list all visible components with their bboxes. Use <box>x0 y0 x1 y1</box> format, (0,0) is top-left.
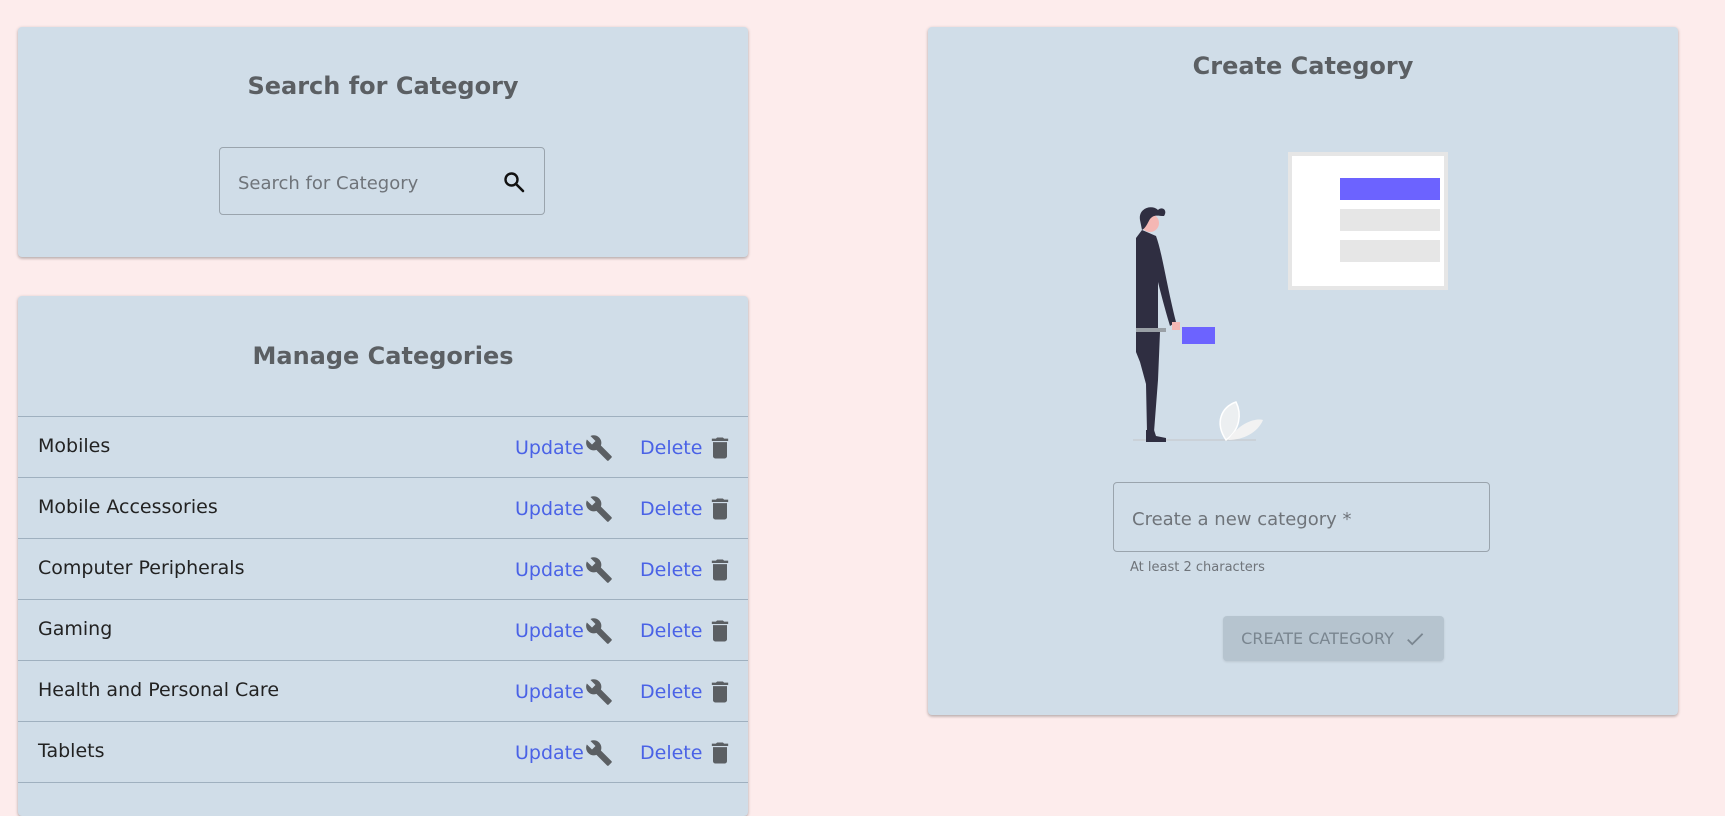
search-category-panel: Search for Category <box>18 27 748 257</box>
trash-icon <box>712 498 729 520</box>
category-name: Mobiles <box>38 435 111 457</box>
manage-panel-title: Manage Categories <box>252 342 514 370</box>
manage-categories-panel: Manage Categories Mobiles Update Delete … <box>18 296 748 816</box>
update-button[interactable]: Update <box>515 434 613 462</box>
wrench-icon <box>585 618 612 644</box>
wrench-icon <box>585 740 612 766</box>
delete-button[interactable]: Delete <box>640 678 734 706</box>
wrench-icon <box>585 496 612 522</box>
delete-button[interactable]: Delete <box>640 617 734 645</box>
create-category-panel: Create Category At least 2 characters Cr… <box>928 27 1678 715</box>
person-with-form-illustration <box>1133 152 1448 442</box>
category-row: Tablets Update Delete <box>18 722 748 783</box>
category-row: Mobiles Update Delete <box>18 417 748 478</box>
wrench-icon <box>585 557 612 583</box>
create-category-button[interactable]: Create Category <box>1223 616 1444 661</box>
trash-icon <box>712 620 729 642</box>
delete-button[interactable]: Delete <box>640 434 734 462</box>
delete-button[interactable]: Delete <box>640 495 734 523</box>
delete-label: Delete <box>640 498 703 520</box>
helper-text: At least 2 characters <box>1130 560 1265 575</box>
search-field[interactable] <box>219 147 545 215</box>
trash-icon <box>712 742 729 764</box>
trash-icon <box>712 681 729 703</box>
create-panel-title: Create Category <box>1192 52 1414 80</box>
update-button[interactable]: Update <box>515 495 613 523</box>
create-category-button-label: Create Category <box>1241 629 1394 648</box>
update-label: Update <box>515 437 584 459</box>
trash-icon <box>712 559 729 581</box>
category-name: Tablets <box>38 740 105 762</box>
category-row: Gaming Update Delete <box>18 600 748 661</box>
category-name: Health and Personal Care <box>38 679 280 701</box>
category-name: Computer Peripherals <box>38 557 245 579</box>
delete-label: Delete <box>640 437 703 459</box>
update-label: Update <box>515 498 584 520</box>
create-category-input[interactable] <box>1130 505 1464 533</box>
update-label: Update <box>515 742 584 764</box>
wrench-icon <box>585 435 612 461</box>
update-label: Update <box>515 559 584 581</box>
search-input[interactable] <box>236 168 490 198</box>
trash-icon <box>712 437 729 459</box>
check-icon <box>1406 632 1424 645</box>
update-button[interactable]: Update <box>515 617 613 645</box>
category-row: Mobile Accessories Update Delete <box>18 478 748 539</box>
delete-label: Delete <box>640 681 703 703</box>
category-row: Health and Personal Care Update Delete <box>18 661 748 722</box>
delete-label: Delete <box>640 742 703 764</box>
update-button[interactable]: Update <box>515 678 613 706</box>
delete-label: Delete <box>640 620 703 642</box>
update-button[interactable]: Update <box>515 556 613 584</box>
search-icon[interactable] <box>502 170 526 194</box>
wrench-icon <box>585 679 612 705</box>
update-label: Update <box>515 620 584 642</box>
delete-button[interactable]: Delete <box>640 739 734 767</box>
category-name: Gaming <box>38 618 113 640</box>
create-category-field[interactable] <box>1113 482 1490 552</box>
category-name: Mobile Accessories <box>38 496 218 518</box>
search-panel-title: Search for Category <box>247 72 519 100</box>
category-list: Mobiles Update Delete Mobile Accessories… <box>18 416 748 783</box>
update-label: Update <box>515 681 584 703</box>
category-row: Computer Peripherals Update Delete <box>18 539 748 600</box>
update-button[interactable]: Update <box>515 739 613 767</box>
delete-button[interactable]: Delete <box>640 556 734 584</box>
delete-label: Delete <box>640 559 703 581</box>
